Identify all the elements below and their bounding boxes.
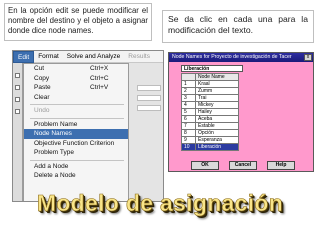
toolbar-strip [13, 63, 23, 201]
edit-menu-screenshot: Edit Format Solve and Analyze Results Cu… [12, 50, 164, 202]
shortcut-label: Ctrl+C [90, 74, 109, 82]
menu-item-node-names[interactable]: Node Names [24, 129, 128, 139]
table-row[interactable]: 9 Esperanza [181, 136, 239, 144]
shortcut-label: Ctrl+X [90, 65, 109, 72]
cell[interactable] [137, 95, 161, 101]
row-number: 4 [181, 101, 196, 109]
cancel-button[interactable]: Cancel [229, 161, 257, 170]
node-names-table: Node Name 1 Kraal 2 Zumm 3 Trai 4 Mickey 5 Hailey… [181, 73, 239, 151]
slide-title: Modelo de asignación [36, 190, 284, 217]
node-name-cell[interactable]: Estable [195, 122, 239, 130]
menu-solve-and-analyze[interactable]: Solve and Analyze [63, 51, 124, 63]
menu-item-problem-name[interactable]: Problem Name [24, 120, 128, 130]
menu-item-copy[interactable]: Copy Ctrl+C [24, 74, 128, 84]
edit-dropdown: Cut Ctrl+X Copy Ctrl+C Paste Ctrl+V Clear U… [23, 63, 129, 201]
node-name-cell[interactable]: Mickey [195, 101, 239, 109]
row-number: 1 [181, 80, 196, 88]
menu-bar: Edit Format Solve and Analyze Results [13, 51, 163, 63]
row-number: 6 [181, 115, 196, 123]
row-number: 10 [181, 143, 196, 151]
table-row[interactable]: 7 Estable [181, 122, 239, 130]
instruction-note-edit: En la opción edit se puede modificar el … [4, 3, 152, 41]
table-row[interactable]: 6 Aceba [181, 115, 239, 123]
menu-edit[interactable]: Edit [13, 51, 35, 63]
node-name-cell[interactable]: Kraal [195, 80, 239, 88]
table-row[interactable]: 2 Zumm [181, 87, 239, 95]
table-header-row: Node Name [181, 73, 239, 81]
node-name-cell[interactable]: Opción [195, 129, 239, 137]
menu-results[interactable]: Results [124, 51, 154, 63]
close-icon[interactable]: x [304, 54, 312, 61]
spreadsheet-area [129, 63, 163, 201]
node-name-cell[interactable]: Hailey [195, 108, 239, 116]
menu-item-problem-type[interactable]: Problem Type [24, 148, 128, 158]
node-name-cell[interactable]: Aceba [195, 115, 239, 123]
header-node-name: Node Name [195, 73, 239, 81]
toolbar-icon[interactable] [15, 85, 20, 90]
menu-item-add-node[interactable]: Add a Node [24, 162, 128, 172]
ok-button[interactable]: OK [191, 161, 219, 170]
menu-item-label: Copy [34, 74, 50, 82]
toolbar-icon[interactable] [15, 73, 20, 78]
node-name-cell[interactable]: Zumm [195, 87, 239, 95]
table-row[interactable]: 10 Liberación [181, 143, 239, 151]
shortcut-label: Ctrl+V [90, 84, 109, 91]
row-number: 8 [181, 129, 196, 137]
menu-item-undo[interactable]: Undo [24, 106, 128, 116]
menu-item-clear[interactable]: Clear [24, 93, 128, 103]
instruction-note-click: Se da clic en cada una para la modificac… [162, 10, 314, 43]
menu-item-paste[interactable]: Paste Ctrl+V [24, 83, 128, 93]
toolbar-icon[interactable] [15, 109, 20, 114]
node-name-cell[interactable]: Esperanza [195, 136, 239, 144]
toolbar-icon[interactable] [15, 97, 20, 102]
row-number: 7 [181, 122, 196, 130]
menu-item-delete-node[interactable]: Delete a Node [24, 171, 128, 181]
menu-item-label: Paste [34, 84, 51, 91]
table-row[interactable]: 1 Kraal [181, 80, 239, 88]
table-row[interactable]: 4 Mickey [181, 101, 239, 109]
header-number [181, 73, 196, 81]
node-name-edit-field[interactable]: Liberación [181, 65, 243, 72]
row-number: 2 [181, 87, 196, 95]
row-number: 5 [181, 108, 196, 116]
menu-format[interactable]: Format [34, 51, 63, 63]
cell[interactable] [137, 85, 161, 91]
cell[interactable] [137, 105, 161, 111]
row-number: 3 [181, 94, 196, 102]
table-row[interactable]: 3 Trai [181, 94, 239, 102]
node-name-cell[interactable]: Liberación [195, 143, 239, 151]
table-row[interactable]: 5 Hailey [181, 108, 239, 116]
menu-item-objective-function[interactable]: Objective Function Criterion [24, 139, 128, 149]
node-name-cell[interactable]: Trai [195, 94, 239, 102]
node-names-dialog: Node Names for Proyecto de investigación… [168, 52, 314, 172]
table-row[interactable]: 8 Opción [181, 129, 239, 137]
menu-item-label: Cut [34, 65, 45, 72]
help-button[interactable]: Help [267, 161, 295, 170]
menu-item-cut[interactable]: Cut Ctrl+X [24, 64, 128, 74]
dialog-title: Node Names for Proyecto de investigación… [169, 53, 313, 62]
row-number: 9 [181, 136, 196, 144]
